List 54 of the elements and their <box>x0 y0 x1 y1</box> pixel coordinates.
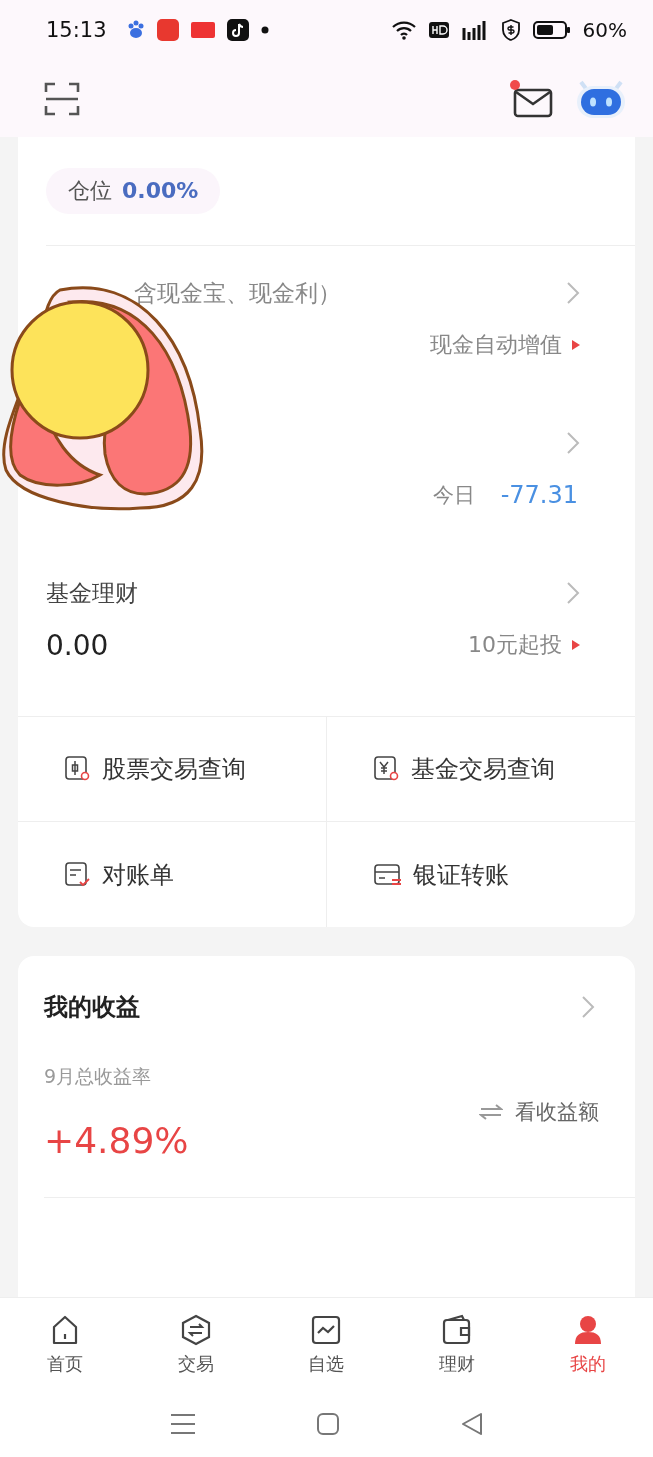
shield-icon <box>500 19 521 41</box>
app-icon <box>190 22 215 38</box>
earnings-title: 我的收益 <box>44 992 140 1023</box>
earnings-rate: +4.89% <box>44 1120 189 1161</box>
chevron-icon <box>566 431 580 455</box>
asset-title: 含现金宝、现金利） <box>133 278 341 308</box>
quick-link-label: 银证转账 <box>412 859 509 891</box>
dot-icon <box>260 26 269 34</box>
chevron-icon <box>566 281 580 305</box>
back-icon[interactable] <box>459 1411 484 1436</box>
yen-search-icon <box>372 755 401 783</box>
exchange-icon <box>179 1313 212 1346</box>
tab[interactable]: 首页 <box>0 1298 131 1391</box>
signal-icon <box>460 20 489 40</box>
chevron-icon <box>566 581 580 605</box>
asset-title: 基金理财 <box>46 578 138 608</box>
candlestick-search-icon <box>64 755 92 783</box>
paw-icon <box>126 20 145 40</box>
asset-value: 0.00 <box>46 628 109 662</box>
mail-icon[interactable] <box>510 79 553 118</box>
quick-link[interactable]: 对账单 <box>18 822 327 927</box>
period-label: 9月总收益率 <box>44 1064 153 1089</box>
tab[interactable]: 交易 <box>130 1298 262 1391</box>
quick-link-label: 基金交易查询 <box>410 754 555 785</box>
status-time: 15:13 <box>46 18 107 42</box>
hd-icon <box>428 22 449 38</box>
app-icon <box>156 19 179 41</box>
scan-icon[interactable] <box>44 80 80 117</box>
chevron-icon <box>581 995 595 1019</box>
asset-tag: 10元起投 <box>468 630 562 660</box>
quick-link[interactable]: 基金交易查询 <box>326 717 635 822</box>
wifi-icon <box>390 20 417 40</box>
caret-icon <box>572 640 580 650</box>
battery-icon <box>532 20 571 40</box>
position-pill: 仓位 0.00% <box>46 168 221 214</box>
asset-tag: 现金自动增值 <box>430 330 562 360</box>
quick-link[interactable]: 股票交易查询 <box>18 717 327 822</box>
tab[interactable]: 理财 <box>391 1298 523 1391</box>
tab[interactable]: 我的 <box>522 1298 653 1391</box>
quick-link-label: 对账单 <box>102 859 174 891</box>
statement-check-icon <box>64 860 92 889</box>
today-value: -77.31 <box>500 481 578 509</box>
toggle-button[interactable]: 看收益额 <box>479 1098 599 1126</box>
quick-link-label: 股票交易查询 <box>102 754 246 785</box>
tab[interactable]: 自选 <box>261 1298 392 1391</box>
chart-icon <box>310 1313 343 1346</box>
quick-link[interactable]: 银证转账 <box>326 822 635 927</box>
menu-icon[interactable] <box>169 1412 196 1435</box>
battery-level: 60% <box>582 18 627 42</box>
note-icon <box>226 19 249 41</box>
caret-icon <box>572 340 580 350</box>
swap-icon <box>479 1103 503 1121</box>
today-label: 今日 <box>432 482 475 509</box>
home-square-icon[interactable] <box>315 1411 340 1436</box>
